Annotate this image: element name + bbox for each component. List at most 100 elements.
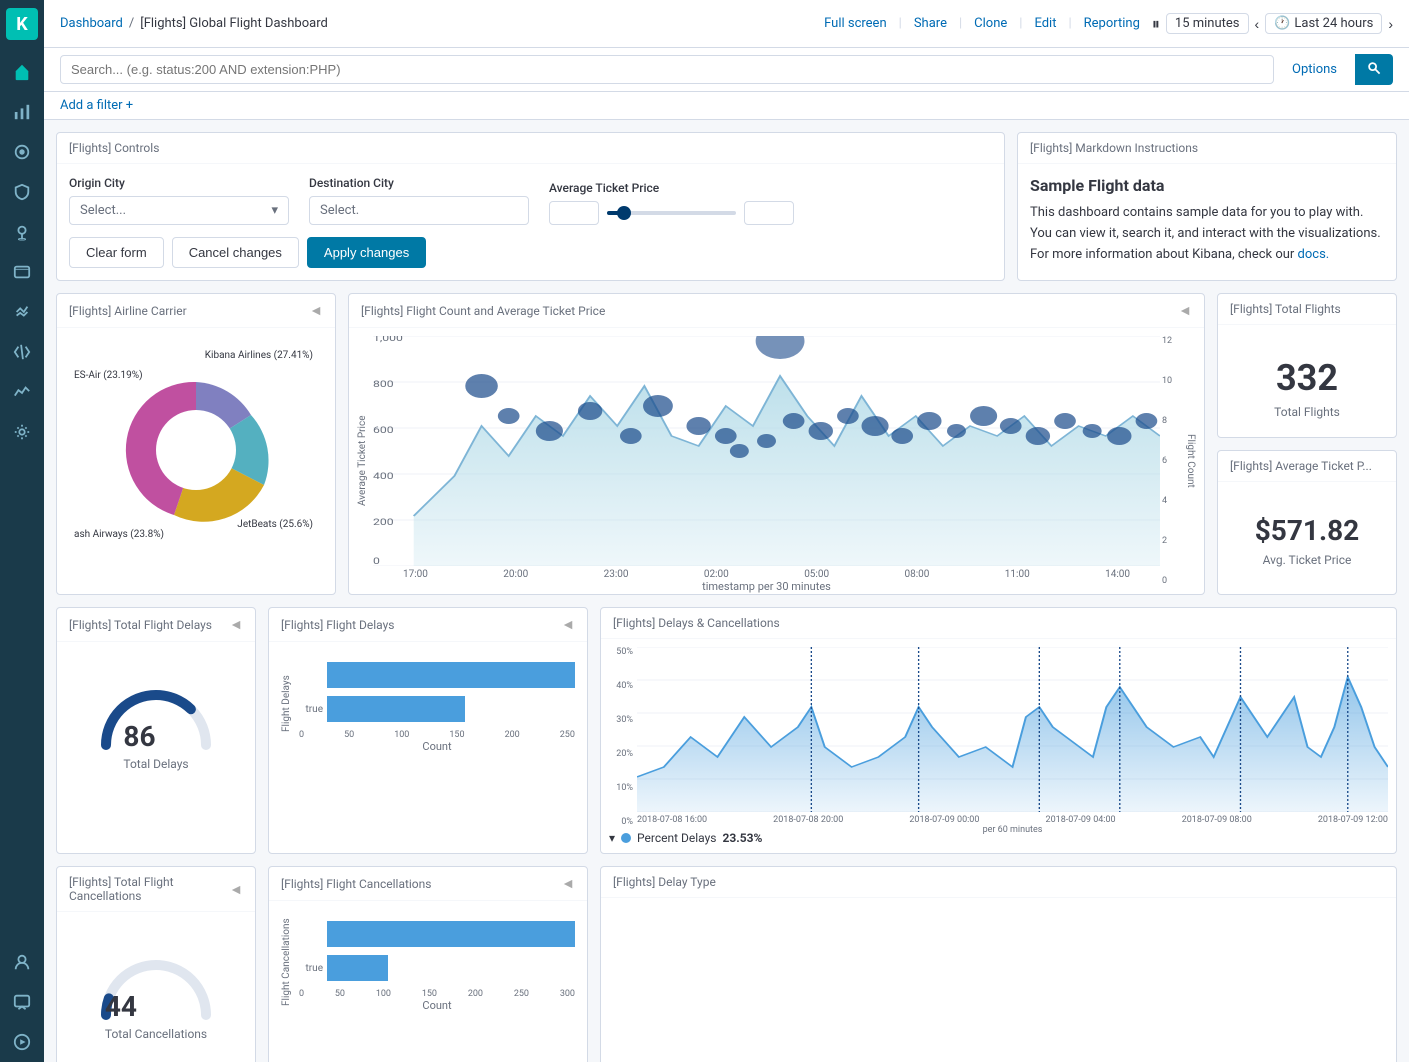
breadcrumb-home[interactable]: Dashboard: [60, 16, 123, 31]
sidebar-item-play[interactable]: [4, 1024, 40, 1060]
cancellations-gauge-label: Total Cancellations: [105, 1027, 207, 1041]
legend-toggle-icon[interactable]: ▾: [609, 831, 615, 845]
sidebar-item-ml[interactable]: [4, 294, 40, 330]
donut-svg: [116, 370, 276, 530]
flight-cancellations-panel: [Flights] Flight Cancellations ◄ Flight …: [268, 866, 588, 1062]
time-controls: ⏸ 15 minutes ‹ 🕐 Last 24 hours ›: [1152, 13, 1393, 34]
controls-row: Origin City Select... ▾ Destination City…: [69, 176, 992, 225]
sidebar-item-home[interactable]: [4, 54, 40, 90]
search-input[interactable]: [60, 55, 1274, 84]
topbar: Dashboard / [Flights] Global Flight Dash…: [44, 0, 1409, 48]
airline-carrier-panel: [Flights] Airline Carrier ◄: [56, 293, 336, 595]
edit-button[interactable]: Edit: [1034, 16, 1056, 31]
fullscreen-button[interactable]: Full screen: [824, 16, 887, 31]
svg-text:400: 400: [373, 471, 394, 482]
sidebar-item-help[interactable]: [4, 984, 40, 1020]
flight-cancellations-gear-icon[interactable]: ◄: [561, 875, 575, 892]
pause-icon[interactable]: ⏸: [1152, 14, 1160, 34]
avg-ticket-title: [Flights] Average Ticket P...: [1230, 459, 1372, 473]
sidebar-item-security[interactable]: [4, 174, 40, 210]
avg-ticket-value: $571.82: [1230, 514, 1384, 547]
time-range-display[interactable]: 🕐 Last 24 hours: [1265, 13, 1382, 34]
app-logo[interactable]: K: [6, 8, 38, 40]
flight-count-chart-area: Average Ticket Price: [357, 336, 1196, 586]
interval-display[interactable]: 15 minutes: [1166, 13, 1249, 34]
carrier-gear-icon[interactable]: ◄: [309, 302, 323, 319]
dest-city-select[interactable]: Select.: [309, 196, 529, 225]
time-prev-button[interactable]: ‹: [1255, 16, 1260, 32]
search-submit-button[interactable]: [1355, 54, 1393, 85]
carrier-panel-title: [Flights] Airline Carrier: [69, 304, 187, 318]
total-delays-title: [Flights] Total Flight Delays: [69, 618, 212, 632]
sidebar-item-maps[interactable]: [4, 214, 40, 250]
flight-delays-gear-icon[interactable]: ◄: [561, 616, 575, 633]
total-cancellations-header: [Flights] Total Flight Cancellations ◄: [57, 867, 255, 912]
donut-chart: Kibana Airlines (27.41%) JetBeats (25.6%…: [69, 340, 323, 560]
markdown-panel-header: [Flights] Markdown Instructions: [1018, 133, 1396, 164]
search-options-button[interactable]: Options: [1282, 56, 1347, 83]
flight-cancellations-body: Flight Cancellations true 05010015020025…: [269, 901, 587, 1024]
y-right-axis: 121086420: [1160, 336, 1180, 586]
price-slider-group: 108 1196: [549, 201, 794, 225]
flight-delays-body: Flight Delays true 050100150200250: [269, 642, 587, 765]
carrier-panel-header: [Flights] Airline Carrier ◄: [57, 294, 335, 328]
breadcrumb-current: [Flights] Global Flight Dashboard: [140, 16, 328, 31]
clone-button[interactable]: Clone: [974, 16, 1007, 31]
total-cancellations-gear-icon[interactable]: ◄: [229, 881, 243, 898]
price-max-input[interactable]: 1196: [744, 201, 794, 225]
sidebar-item-monitoring[interactable]: [4, 374, 40, 410]
cancel-changes-button[interactable]: Cancel changes: [172, 237, 299, 268]
delay-bar-row-2: true: [299, 696, 575, 722]
price-min-input[interactable]: 108: [549, 201, 599, 225]
markdown-panel-body: Sample Flight data This dashboard contai…: [1018, 164, 1396, 277]
cancellations-x-ticks: 050100150200250300: [299, 989, 575, 999]
flight-count-body: Average Ticket Price: [349, 328, 1204, 594]
markdown-panel-title: [Flights] Markdown Instructions: [1030, 141, 1198, 155]
carrier-label-kibana: Kibana Airlines (27.41%): [205, 350, 313, 361]
bottom-row-2: [Flights] Total Flight Cancellations ◄ 4…: [56, 866, 1397, 1062]
delay-type-panel: [Flights] Delay Type: [600, 866, 1397, 1062]
price-range-slider[interactable]: [607, 211, 736, 215]
y-right-label: Flight Count: [1180, 336, 1196, 586]
y-left-label: Average Ticket Price: [357, 336, 373, 586]
avg-price-group: Average Ticket Price 108 1196: [549, 181, 794, 225]
apply-changes-button[interactable]: Apply changes: [307, 237, 426, 268]
sidebar-item-discover[interactable]: [4, 134, 40, 170]
chart-canvas: 1,000 800 600 400 200 0: [373, 336, 1160, 586]
cancel-bar-row-1: [299, 921, 575, 947]
delay-type-body: [601, 898, 1396, 1018]
carrier-label-ash: ash Airways (23.8%): [74, 529, 164, 540]
time-next-button[interactable]: ›: [1388, 16, 1393, 32]
origin-city-label: Origin City: [69, 176, 289, 190]
total-flights-title: [Flights] Total Flights: [1230, 302, 1341, 316]
flight-cancellations-header: [Flights] Flight Cancellations ◄: [269, 867, 587, 901]
share-button[interactable]: Share: [914, 16, 947, 31]
delays-x-label: Count: [299, 740, 575, 753]
docs-link[interactable]: docs.: [1298, 247, 1330, 262]
avg-ticket-header: [Flights] Average Ticket P...: [1218, 451, 1396, 482]
sidebar: K: [0, 0, 44, 1062]
sidebar-item-canvas[interactable]: [4, 254, 40, 290]
x-axis-label: timestamp per 30 minutes: [373, 580, 1160, 593]
sidebar-item-dev-tools[interactable]: [4, 334, 40, 370]
cancellations-gauge: 44 Total Cancellations: [69, 924, 243, 1057]
reporting-button[interactable]: Reporting: [1084, 16, 1140, 31]
svg-text:800: 800: [373, 379, 394, 390]
sidebar-item-settings[interactable]: [4, 414, 40, 450]
flight-count-header: [Flights] Flight Count and Average Ticke…: [349, 294, 1204, 328]
delay-type-header: [Flights] Delay Type: [601, 867, 1396, 898]
svg-text:600: 600: [373, 425, 394, 436]
dest-city-label: Destination City: [309, 176, 529, 190]
flight-count-gear-icon[interactable]: ◄: [1178, 302, 1192, 319]
topbar-actions: Full screen | Share | Clone | Edit | Rep…: [824, 16, 1140, 31]
clear-form-button[interactable]: Clear form: [69, 237, 164, 268]
legend-dot: [621, 833, 631, 843]
top-row: [Flights] Controls Origin City Select...…: [56, 132, 1397, 281]
delays-y-label: Flight Delays: [281, 654, 295, 753]
total-flights-header: [Flights] Total Flights: [1218, 294, 1396, 325]
sidebar-item-visualize[interactable]: [4, 94, 40, 130]
sidebar-item-user[interactable]: [4, 944, 40, 980]
total-delays-gear-icon[interactable]: ◄: [229, 616, 243, 633]
add-filter-button[interactable]: Add a filter +: [60, 98, 133, 113]
origin-city-select[interactable]: Select... ▾: [69, 196, 289, 225]
